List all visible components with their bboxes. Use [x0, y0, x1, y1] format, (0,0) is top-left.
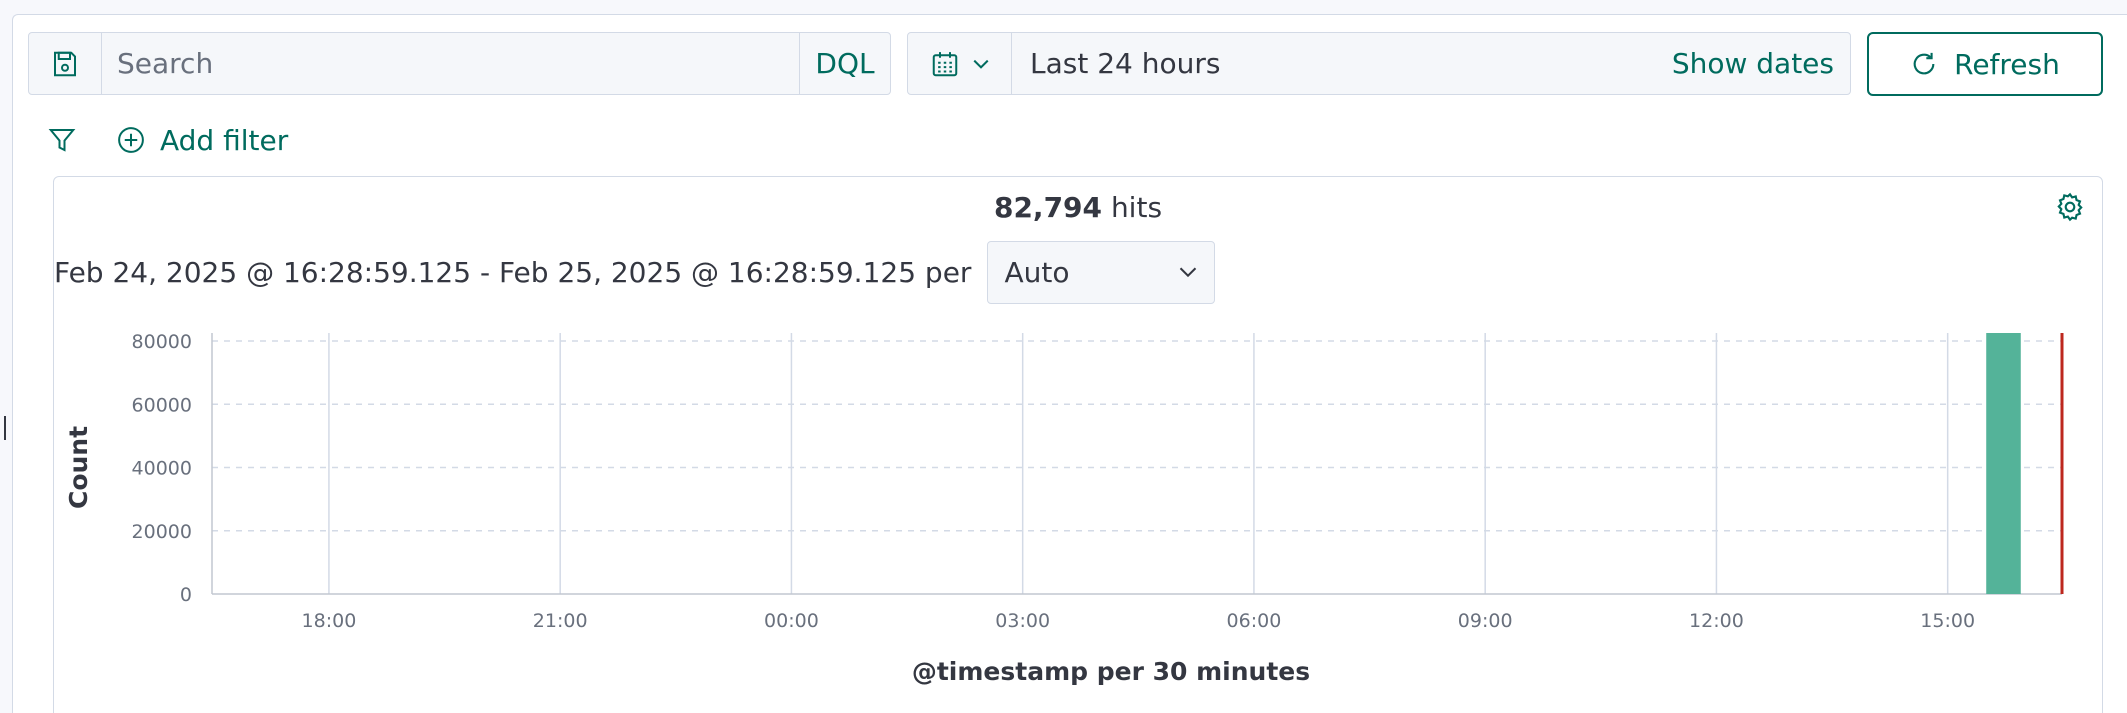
calendar-icon	[932, 51, 957, 76]
refresh-icon	[1913, 52, 1935, 75]
refresh-button[interactable]: Refresh	[1867, 32, 2103, 96]
text-cursor	[4, 416, 6, 440]
histogram-chart: 0 20000 40000 60000 80000 18:00 21:00 00:00 03:0…	[64, 331, 2064, 686]
save-icon	[54, 51, 76, 76]
x-tick-label: 06:00	[1227, 610, 1282, 632]
x-axis-title: @timestamp per 30 minutes	[912, 657, 1310, 686]
y-tick-label: 20000	[132, 521, 192, 543]
histogram-panel: 82,794 hits Feb 24, 2025 @ 16:28:59.125 …	[53, 176, 2103, 713]
chevron-down-icon	[973, 59, 988, 69]
saved-query-button[interactable]	[29, 33, 102, 94]
plus-circle-icon	[118, 127, 144, 153]
x-tick-label: 09:00	[1458, 610, 1513, 632]
add-filter-button[interactable]: Add filter	[116, 124, 288, 157]
show-dates-button[interactable]: Show dates	[1672, 33, 1850, 94]
quick-select-button[interactable]	[908, 33, 1012, 94]
x-tick-label: 00:00	[764, 610, 819, 632]
y-tick-label: 40000	[132, 458, 192, 480]
query-bar: DQL	[28, 32, 891, 95]
x-tick-label: 12:00	[1689, 610, 1744, 632]
y-tick-label: 0	[180, 584, 192, 606]
time-range-label[interactable]: Last 24 hours	[1012, 33, 1672, 94]
add-filter-label: Add filter	[160, 123, 289, 157]
filter-options-button[interactable]	[44, 122, 80, 158]
funnel-icon	[48, 129, 76, 152]
filter-bar: Add filter	[44, 120, 288, 160]
refresh-label: Refresh	[1954, 47, 2060, 81]
x-tick-label: 15:00	[1920, 610, 1975, 632]
x-tick-label: 21:00	[533, 610, 588, 632]
y-axis-title: Count	[64, 426, 93, 509]
histogram-bar	[1986, 333, 2021, 594]
x-tick-label: 18:00	[302, 610, 357, 632]
time-picker: Last 24 hours Show dates	[907, 32, 1851, 95]
y-tick-label: 80000	[132, 331, 192, 353]
y-tick-label: 60000	[132, 394, 192, 416]
query-language-button[interactable]: DQL	[799, 33, 890, 94]
x-tick-label: 03:00	[995, 610, 1050, 632]
search-input[interactable]	[102, 33, 799, 94]
